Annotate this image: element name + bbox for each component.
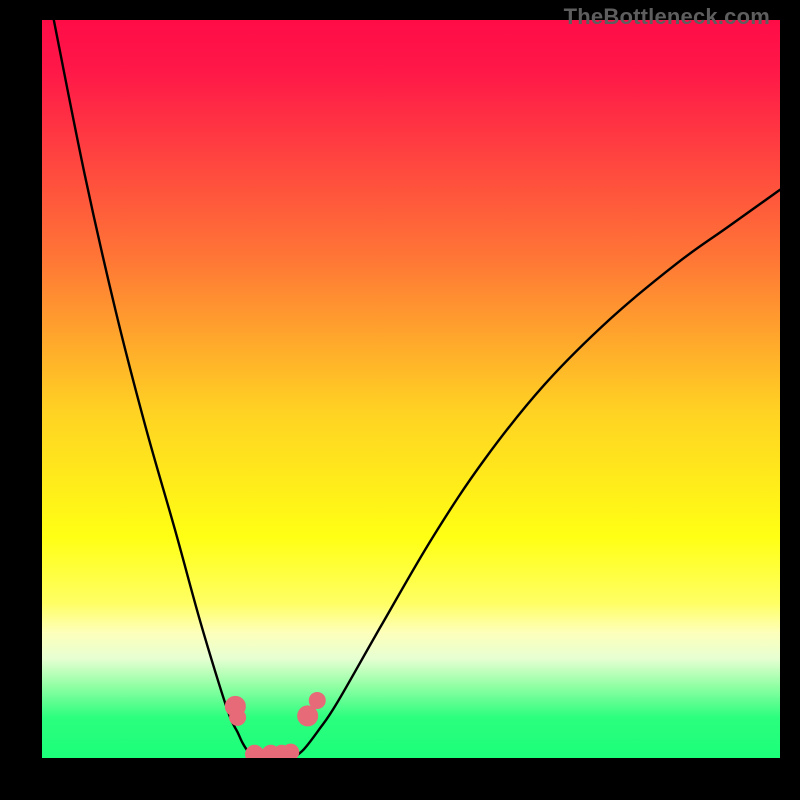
data-point-marker [309,692,325,708]
data-point-marker [225,696,245,716]
data-point-marker [298,706,318,726]
chart-svg-layer [42,20,780,758]
data-point-marker [262,745,280,758]
curve-curve-left [54,20,256,758]
curve-curve-right [293,190,780,758]
data-point-marker [246,745,264,758]
data-point-marker [230,709,246,725]
chart-plot-area [42,20,780,758]
data-point-marker [248,746,264,758]
watermark-text: TheBottleneck.com [564,4,770,30]
data-point-marker [283,744,299,758]
data-point-marker [273,745,291,758]
chart-outer-frame: TheBottleneck.com [0,0,800,800]
